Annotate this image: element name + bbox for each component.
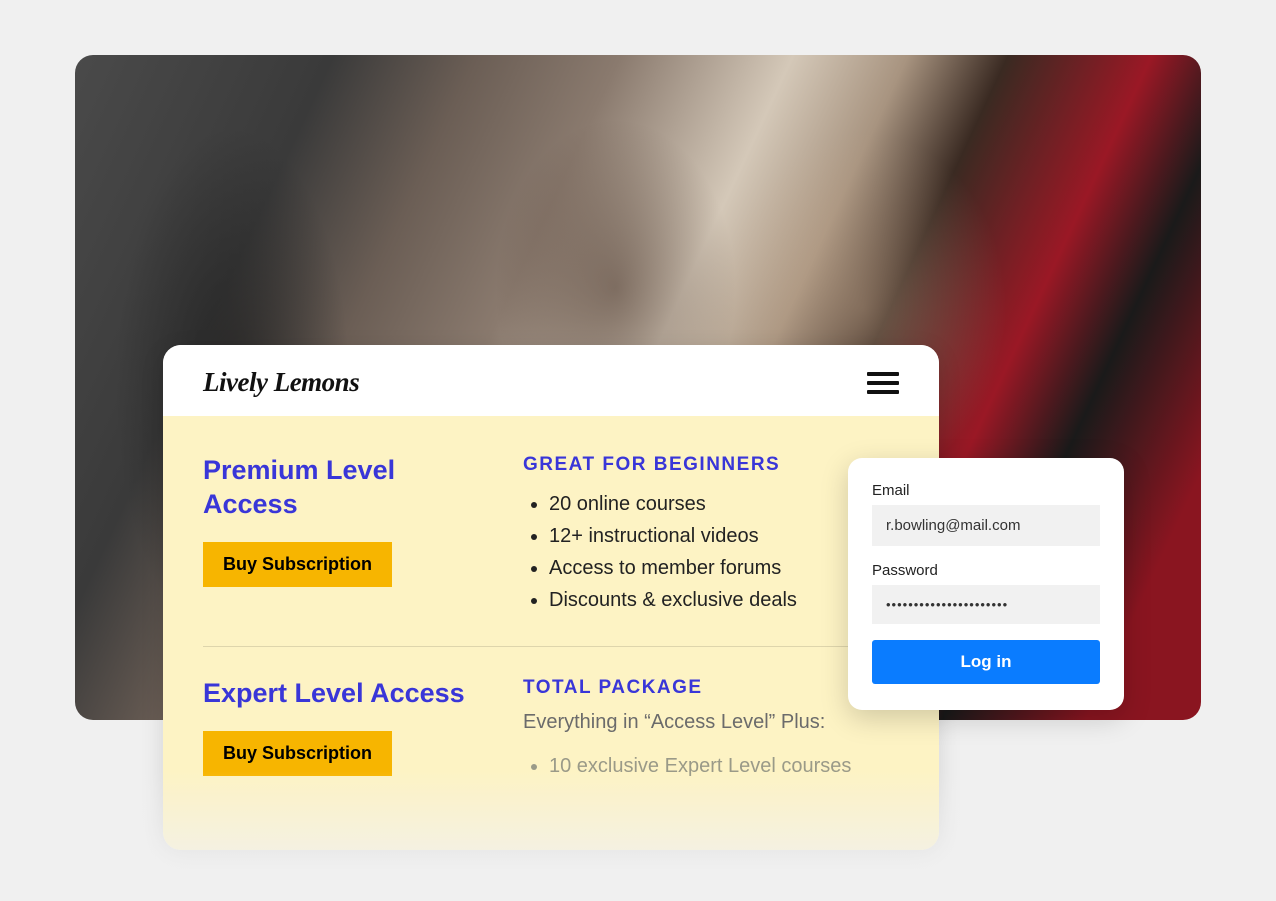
login-panel: Email Password Log in	[848, 458, 1124, 710]
feature-list-premium: 20 online courses 12+ instructional vide…	[523, 488, 899, 616]
list-item: Discounts & exclusive deals	[549, 584, 899, 616]
list-item: 12+ instructional videos	[549, 520, 899, 552]
tier-title-premium: Premium Level Access	[203, 454, 483, 522]
login-button[interactable]: Log in	[872, 640, 1100, 684]
email-label: Email	[872, 482, 1100, 499]
password-field[interactable]	[872, 585, 1100, 624]
brand-logo: Lively Lemons	[203, 367, 359, 398]
tier-title-expert: Expert Level Access	[203, 677, 483, 711]
tier-subtitle-expert: Everything in “Access Level” Plus:	[523, 711, 899, 734]
buy-subscription-button-premium[interactable]: Buy Subscription	[203, 542, 392, 587]
password-label: Password	[872, 562, 1100, 579]
feature-list-expert: 10 exclusive Expert Level courses	[523, 750, 899, 782]
hamburger-menu-icon[interactable]	[867, 372, 899, 394]
tier-premium: Premium Level Access Buy Subscription GR…	[203, 454, 899, 646]
site-body: Premium Level Access Buy Subscription GR…	[163, 416, 939, 850]
email-field[interactable]	[872, 505, 1100, 546]
tier-tagline-premium: GREAT FOR BEGINNERS	[523, 454, 899, 476]
site-card: Lively Lemons Premium Level Access Buy S…	[163, 345, 939, 850]
tier-tagline-expert: TOTAL PACKAGE	[523, 677, 899, 699]
list-item: Access to member forums	[549, 552, 899, 584]
list-item: 10 exclusive Expert Level courses	[549, 750, 899, 782]
buy-subscription-button-expert[interactable]: Buy Subscription	[203, 731, 392, 776]
tier-expert: Expert Level Access Buy Subscription TOT…	[203, 646, 899, 812]
list-item: 20 online courses	[549, 488, 899, 520]
site-header: Lively Lemons	[163, 345, 939, 416]
